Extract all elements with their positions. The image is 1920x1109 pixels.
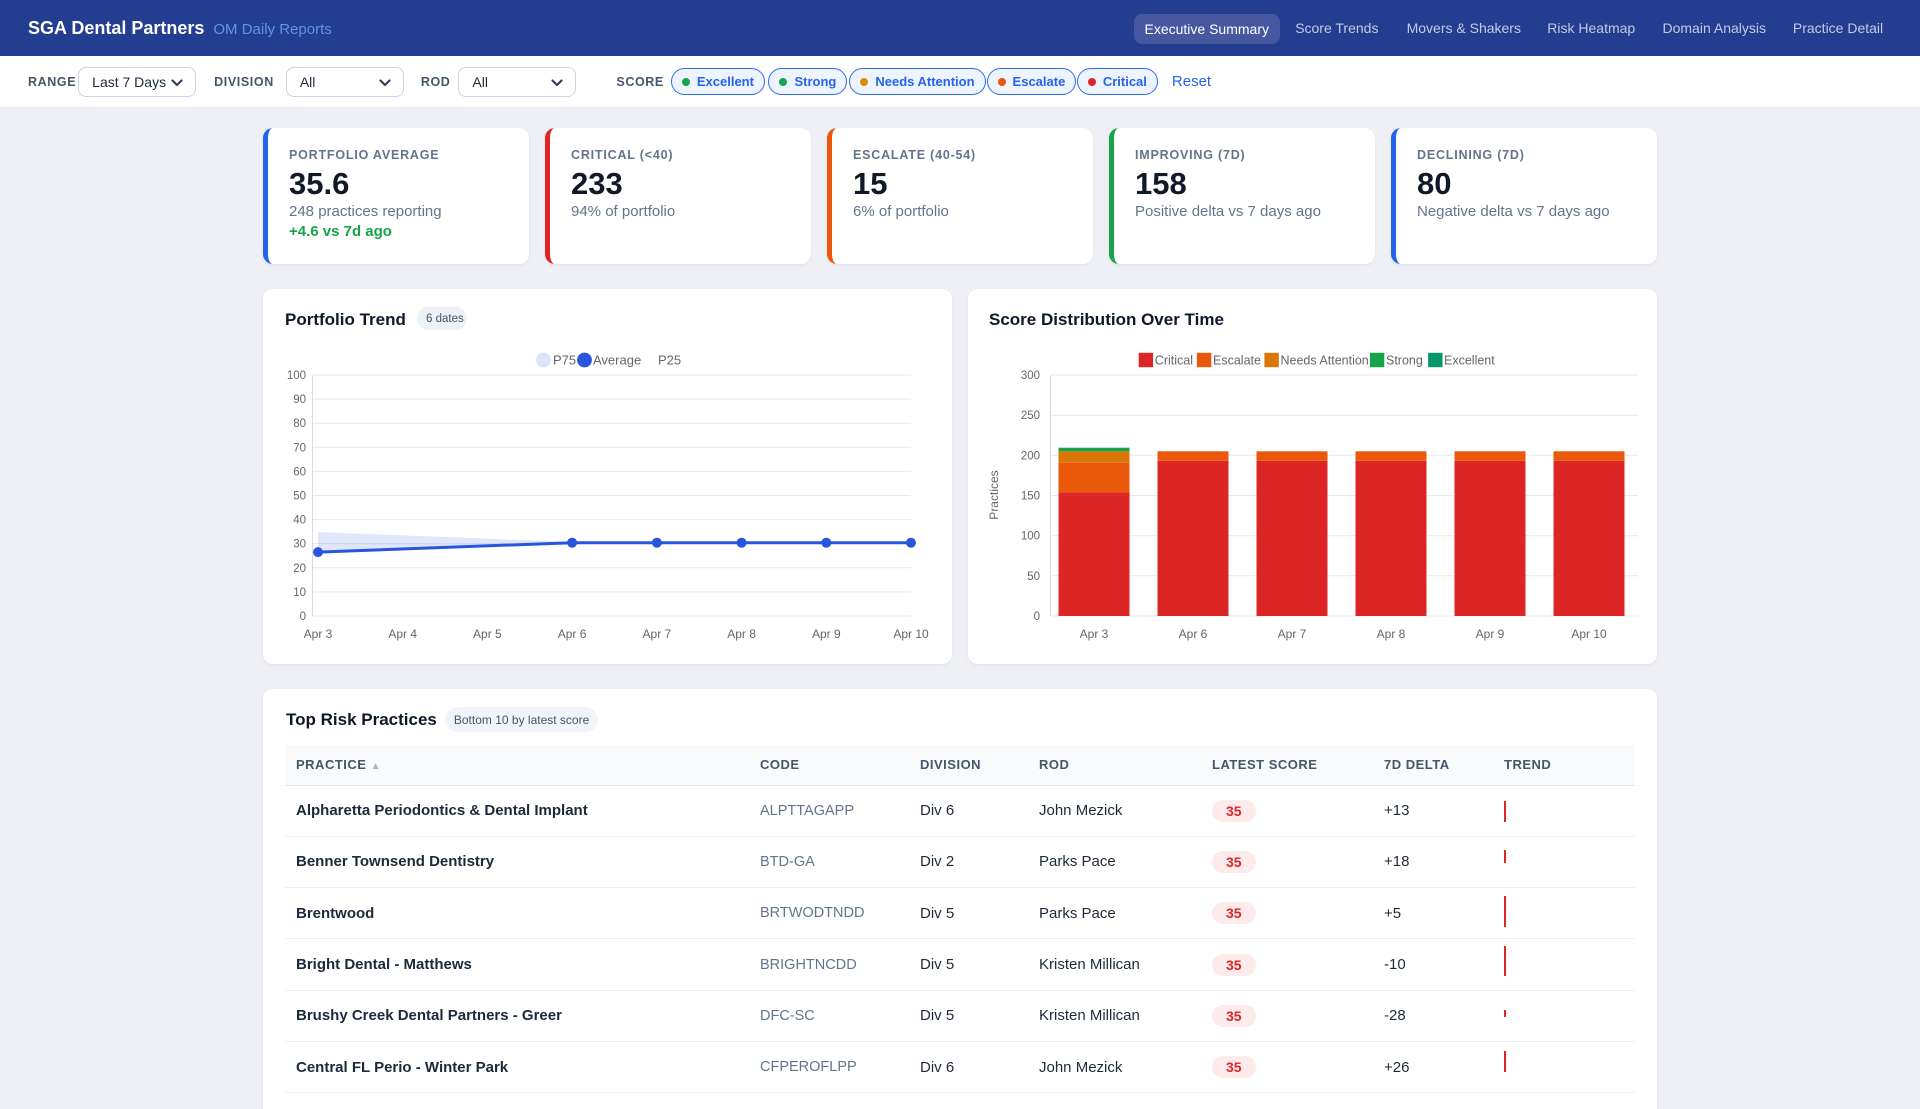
svg-text:200: 200 <box>1021 450 1040 462</box>
svg-text:Apr 9: Apr 9 <box>1476 627 1505 641</box>
svg-text:Needs Attention: Needs Attention <box>1281 354 1369 368</box>
svg-text:40: 40 <box>293 515 306 527</box>
svg-text:Apr 8: Apr 8 <box>727 627 756 641</box>
svg-text:300: 300 <box>1021 370 1040 382</box>
svg-text:Average: Average <box>593 353 641 368</box>
svg-text:150: 150 <box>1021 491 1040 503</box>
svg-text:Apr 5: Apr 5 <box>473 627 502 641</box>
svg-text:Escalate: Escalate <box>1213 354 1261 368</box>
svg-text:Apr 4: Apr 4 <box>388 627 417 641</box>
svg-text:Apr 6: Apr 6 <box>558 627 587 641</box>
svg-text:Apr 7: Apr 7 <box>643 627 672 641</box>
svg-text:Apr 3: Apr 3 <box>1080 627 1109 641</box>
svg-text:Portfolio Trend: Portfolio Trend <box>285 310 406 329</box>
svg-text:P75: P75 <box>553 353 576 368</box>
svg-text:80: 80 <box>293 418 306 430</box>
svg-text:90: 90 <box>293 394 306 406</box>
svg-text:Apr 3: Apr 3 <box>304 627 333 641</box>
svg-text:6 dates: 6 dates <box>426 313 464 325</box>
svg-text:Apr 10: Apr 10 <box>893 627 929 641</box>
svg-text:Apr 8: Apr 8 <box>1377 627 1406 641</box>
svg-text:30: 30 <box>293 539 306 551</box>
svg-text:10: 10 <box>293 587 306 599</box>
svg-text:Apr 7: Apr 7 <box>1278 627 1307 641</box>
svg-text:P25: P25 <box>658 353 681 368</box>
svg-text:Apr 6: Apr 6 <box>1179 627 1208 641</box>
svg-text:70: 70 <box>293 442 306 454</box>
svg-text:250: 250 <box>1021 410 1040 422</box>
svg-text:0: 0 <box>300 611 306 623</box>
svg-text:100: 100 <box>1021 531 1040 543</box>
svg-text:Excellent: Excellent <box>1444 354 1495 368</box>
svg-text:Practices: Practices <box>987 470 1001 519</box>
svg-text:60: 60 <box>293 466 306 478</box>
svg-text:Score Distribution Over Time: Score Distribution Over Time <box>989 310 1224 329</box>
svg-text:Critical: Critical <box>1155 354 1193 368</box>
svg-text:20: 20 <box>293 563 306 575</box>
svg-text:Strong: Strong <box>1386 354 1423 368</box>
svg-text:0: 0 <box>1034 611 1040 623</box>
svg-text:Apr 9: Apr 9 <box>812 627 841 641</box>
svg-text:50: 50 <box>293 491 306 503</box>
svg-text:Apr 10: Apr 10 <box>1571 627 1607 641</box>
svg-text:100: 100 <box>287 370 306 382</box>
svg-text:50: 50 <box>1027 571 1040 583</box>
